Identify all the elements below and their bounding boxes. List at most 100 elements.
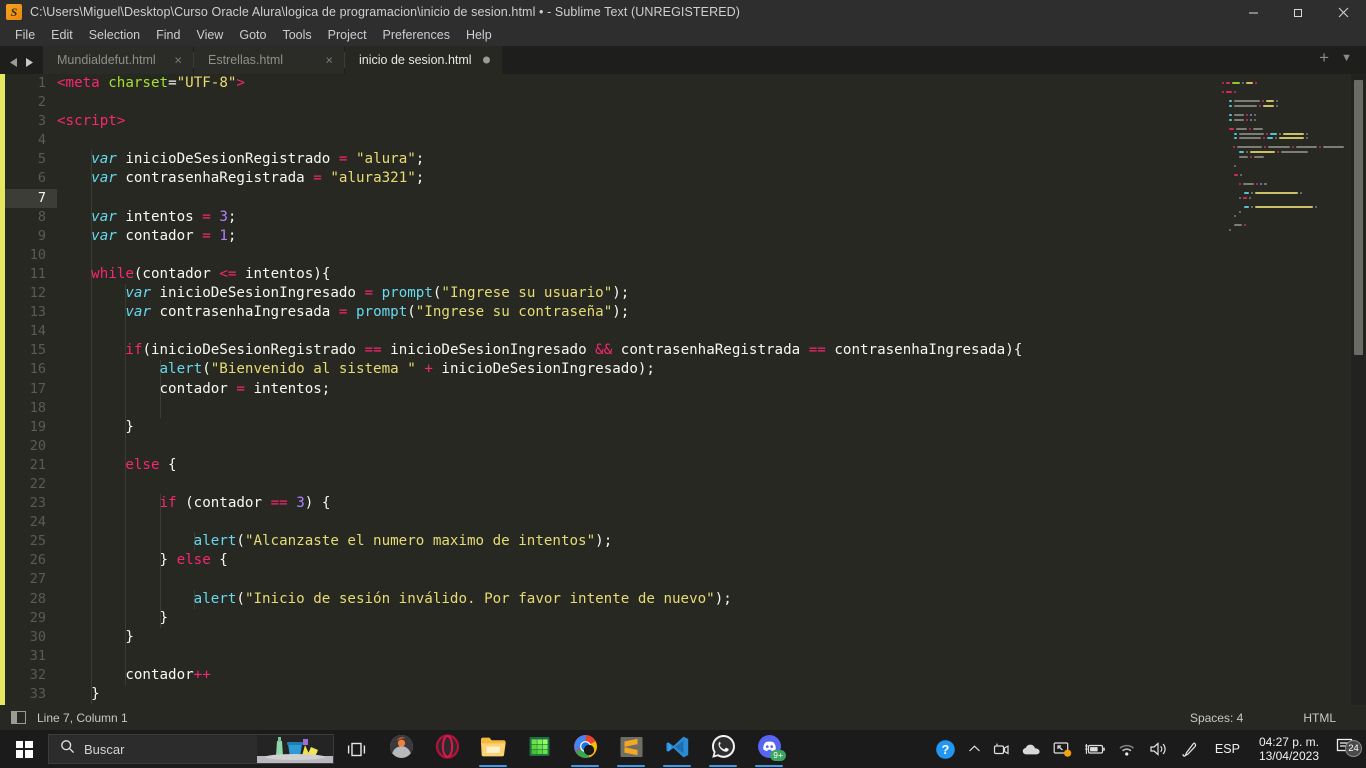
tab-menu-button[interactable]: ▼: [1341, 52, 1352, 64]
menu-item-find[interactable]: Find: [148, 26, 188, 44]
volume-icon[interactable]: [1143, 730, 1175, 768]
code-line[interactable]: 18: [30, 398, 1366, 418]
code-line[interactable]: 17 contador = intentos;: [30, 379, 1366, 399]
window-controls: [1231, 0, 1366, 24]
code-line[interactable]: 14: [30, 322, 1366, 342]
taskbar-app-chrome[interactable]: [562, 730, 608, 768]
menu-item-tools[interactable]: Tools: [274, 26, 319, 44]
taskbar-app-opera[interactable]: [424, 730, 470, 768]
chevron-up-icon[interactable]: [962, 730, 987, 768]
code-line[interactable]: 29 }: [30, 608, 1366, 628]
minimap-line: [1222, 206, 1344, 209]
indentation-setting[interactable]: Spaces: 4: [1190, 711, 1243, 725]
tab-mundialdefut-html[interactable]: Mundialdefut.html ×: [43, 46, 193, 74]
minimap[interactable]: [1222, 74, 1344, 705]
code-line[interactable]: 31: [30, 646, 1366, 666]
code-line[interactable]: 8 var intentos = 3;: [38, 207, 1366, 227]
chevron-left-icon[interactable]: [9, 57, 19, 68]
code-line[interactable]: 16 alert("Bienvenido al sistema " + inic…: [30, 360, 1366, 380]
minimap-line: [1222, 110, 1344, 113]
code-line[interactable]: 25 alert("Alcanzaste el numero maximo de…: [30, 532, 1366, 552]
code-line[interactable]: 1 <meta charset="UTF-8">: [38, 74, 1366, 93]
code-line[interactable]: 6 var contrasenhaRegistrada = "alura321"…: [38, 169, 1366, 189]
tab-inicio-de-sesion-html[interactable]: inicio de sesion.html: [345, 46, 502, 74]
wifi-icon[interactable]: [1112, 730, 1143, 768]
menu-item-file[interactable]: File: [7, 26, 43, 44]
code-line[interactable]: 15 if(inicioDeSesionRegistrado == inicio…: [30, 341, 1366, 361]
menu-item-goto[interactable]: Goto: [231, 26, 274, 44]
taskbar-app-vscode[interactable]: [654, 730, 700, 768]
language-indicator[interactable]: ESP: [1206, 742, 1249, 756]
code-line[interactable]: 13 var contrasenhaIngresada = prompt("In…: [30, 303, 1366, 323]
code-line[interactable]: 23 if (contador == 3) {: [30, 494, 1366, 514]
camera-icon[interactable]: [987, 730, 1016, 768]
restore-button[interactable]: [1276, 0, 1321, 24]
chevron-right-icon[interactable]: [24, 57, 34, 68]
menu-item-edit[interactable]: Edit: [43, 26, 81, 44]
indent-guide: [91, 398, 93, 418]
display-icon[interactable]: [1047, 730, 1078, 768]
code-line[interactable]: 28 alert("Inicio de sesión inválido. Por…: [30, 589, 1366, 609]
minimap-line: [1222, 201, 1344, 204]
tab-close-icon[interactable]: ×: [174, 54, 182, 67]
taskbar-app-firefox[interactable]: [378, 730, 424, 768]
code-line[interactable]: 9 var contador = 1;: [38, 226, 1366, 246]
taskbar-app-excel[interactable]: [516, 730, 562, 768]
scrollbar-thumb[interactable]: [1354, 80, 1363, 355]
help-circle-icon[interactable]: ?: [929, 730, 962, 768]
taskbar-app-sublime-text[interactable]: [608, 730, 654, 768]
tab-estrellas-html[interactable]: Estrellas.html ×: [194, 46, 344, 74]
app-running-indicator: [617, 764, 645, 767]
code-line[interactable]: 5 var inicioDeSesionRegistrado = "alura"…: [38, 150, 1366, 170]
syntax-mode[interactable]: HTML: [1303, 711, 1336, 725]
code-line[interactable]: 4: [38, 131, 1366, 150]
search-input[interactable]: Buscar: [48, 734, 334, 764]
line-number: 27: [29, 571, 46, 588]
code-line[interactable]: 32 contador++: [30, 665, 1366, 685]
menu-item-project[interactable]: Project: [320, 26, 375, 44]
indent-guide: [125, 322, 127, 342]
windows-taskbar: Buscar 9+ ? ESP 04:27 p. m. 13/04/2023 2…: [0, 730, 1366, 768]
tab-modified-indicator[interactable]: [482, 56, 490, 64]
pen-icon[interactable]: [1175, 730, 1206, 768]
search-suggestion-thumbnail[interactable]: [257, 735, 333, 763]
notification-center-button[interactable]: 24: [1329, 737, 1366, 761]
code-line[interactable]: 21 else {: [30, 455, 1366, 475]
code-line[interactable]: 30 }: [30, 627, 1366, 647]
code-line[interactable]: 12 var inicioDeSesionIngresado = prompt(…: [30, 284, 1366, 304]
code-line[interactable]: 22: [30, 474, 1366, 495]
menu-item-help[interactable]: Help: [458, 26, 500, 44]
sidebar-toggle-icon[interactable]: [11, 711, 26, 724]
taskbar-app-whatsapp[interactable]: [700, 730, 746, 768]
taskbar-app-file-explorer[interactable]: [470, 730, 516, 768]
menu-item-view[interactable]: View: [188, 26, 231, 44]
cloud-icon[interactable]: [1016, 730, 1047, 768]
menu-item-preferences[interactable]: Preferences: [375, 26, 458, 44]
code-line[interactable]: 24: [30, 513, 1366, 533]
code-line[interactable]: 3 <script>: [38, 112, 1366, 131]
taskbar-app-discord[interactable]: 9+: [746, 730, 792, 768]
code-line[interactable]: 33 }: [30, 685, 1366, 705]
task-view-button[interactable]: [334, 730, 378, 768]
code-line[interactable]: 7: [5, 188, 1366, 208]
code-line[interactable]: 2: [38, 93, 1366, 112]
menu-item-selection[interactable]: Selection: [81, 26, 148, 44]
code-line[interactable]: 19 }: [30, 417, 1366, 437]
code-line[interactable]: 20: [30, 436, 1366, 456]
code-line[interactable]: 27: [30, 570, 1366, 590]
battery-icon[interactable]: [1078, 730, 1112, 768]
code-line[interactable]: 10: [30, 245, 1366, 265]
close-button[interactable]: [1321, 0, 1366, 24]
clock[interactable]: 04:27 p. m. 13/04/2023: [1249, 735, 1329, 763]
notification-count-badge: 24: [1345, 740, 1362, 757]
code-content[interactable]: 1 <meta charset="UTF-8"> 2 3 <script> 4 5 var …: [5, 74, 1366, 705]
new-tab-button[interactable]: +: [1319, 48, 1329, 68]
code-line[interactable]: 26 } else {: [30, 551, 1366, 571]
line-number: 7: [37, 189, 46, 206]
vertical-scrollbar[interactable]: [1351, 74, 1366, 705]
code-line[interactable]: 11 while(contador <= intentos){: [30, 264, 1366, 285]
start-button[interactable]: [0, 730, 48, 768]
minimap-line: [1222, 160, 1344, 163]
minimize-button[interactable]: [1231, 0, 1276, 24]
tab-close-icon[interactable]: ×: [325, 54, 333, 67]
